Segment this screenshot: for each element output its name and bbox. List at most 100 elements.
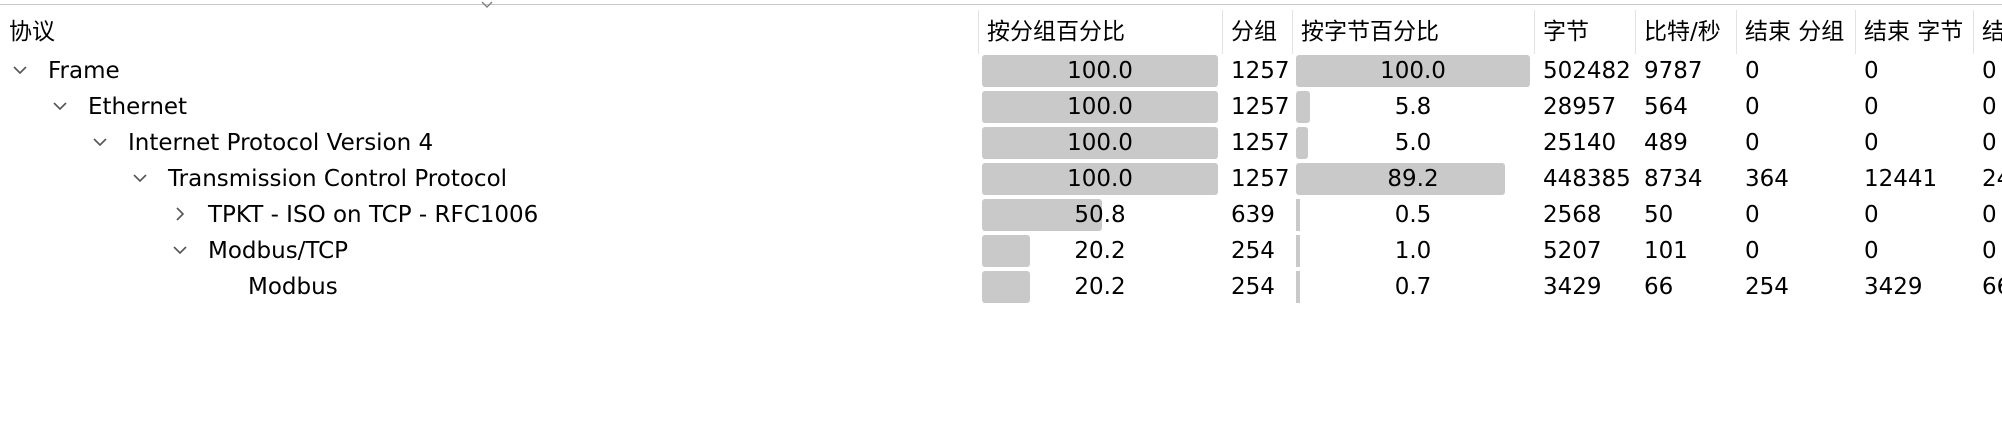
percent-packets-bar-text: 20.2 xyxy=(1074,274,1126,300)
bytes-cell: 3429 xyxy=(1543,274,1602,300)
table-row[interactable]: Modbus 20.2 0.7 254 3429 66 254 3429 66 xyxy=(0,269,2002,305)
bitrate-cell: 101 xyxy=(1644,238,1688,264)
protocol-name: Frame xyxy=(48,58,120,84)
bytes-cell: 28957 xyxy=(1543,94,1617,120)
end-bytes-cell: 0 xyxy=(1864,94,1879,120)
header-packets[interactable]: 分组 xyxy=(1222,6,1292,58)
chevron-right-icon[interactable] xyxy=(170,197,190,233)
top-border xyxy=(0,0,2002,5)
protocol-name: TPKT - ISO on TCP - RFC1006 xyxy=(208,202,539,228)
end-packets-cell: 0 xyxy=(1745,94,1760,120)
percent-packets-bar-text: 100.0 xyxy=(1067,58,1133,84)
end-bitrate-cell: 0 xyxy=(1982,202,1997,228)
protocol-name: Ethernet xyxy=(88,94,188,120)
header-end-bitrate[interactable]: 结束 xyxy=(1973,6,2002,58)
table-row[interactable]: Modbus/TCP 20.2 1.0 254 5207 101 0 0 0 xyxy=(0,233,2002,269)
percent-packets-bar-text: 100.0 xyxy=(1067,130,1133,156)
header-pct-packets[interactable]: 按分组百分比 xyxy=(978,6,1222,58)
end-bitrate-cell: 0 xyxy=(1982,130,1997,156)
end-bytes-cell: 12441 xyxy=(1864,166,1938,192)
table-row[interactable]: Internet Protocol Version 4 100.0 5.0 1257 2… xyxy=(0,125,2002,161)
protocol-name: Transmission Control Protocol xyxy=(168,166,508,192)
percent-packets-bar: 100.0 xyxy=(982,91,1218,123)
table-row[interactable]: Frame 100.0 100.0 1257 502482 9787 0 0 0 xyxy=(0,53,2002,89)
percent-packets-bar-text: 100.0 xyxy=(1067,94,1133,120)
percent-bytes-bar-text: 89.2 xyxy=(1387,166,1439,192)
percent-bytes-bar: 0.5 xyxy=(1296,199,1530,231)
protocol-name: Modbus/TCP xyxy=(208,238,349,264)
percent-packets-bar-text: 50.8 xyxy=(1074,202,1126,228)
percent-bytes-bar-text: 0.7 xyxy=(1394,274,1432,300)
header-protocol[interactable]: 协议 xyxy=(0,6,978,58)
percent-packets-bar: 100.0 xyxy=(982,127,1218,159)
packets-cell: 1257 xyxy=(1231,94,1290,120)
chevron-down-icon[interactable] xyxy=(130,161,150,197)
percent-bytes-bar-text: 1.0 xyxy=(1394,238,1432,264)
end-bitrate-cell: 242 xyxy=(1982,166,2002,192)
percent-bytes-bar: 5.0 xyxy=(1296,127,1530,159)
header-pct-bytes[interactable]: 按字节百分比 xyxy=(1292,6,1534,58)
bytes-cell: 502482 xyxy=(1543,58,1631,84)
chevron-down-icon[interactable] xyxy=(170,233,190,269)
percent-bytes-bar-text: 5.8 xyxy=(1394,94,1432,120)
end-bytes-cell: 3429 xyxy=(1864,274,1923,300)
end-packets-cell: 0 xyxy=(1745,202,1760,228)
percent-packets-bar-text: 100.0 xyxy=(1067,166,1133,192)
end-packets-cell: 364 xyxy=(1745,166,1789,192)
percent-packets-bar: 100.0 xyxy=(982,55,1218,87)
end-bitrate-cell: 66 xyxy=(1982,274,2002,300)
end-bitrate-cell: 0 xyxy=(1982,94,1997,120)
end-packets-cell: 0 xyxy=(1745,130,1760,156)
end-bytes-cell: 0 xyxy=(1864,238,1879,264)
chevron-down-icon[interactable] xyxy=(50,89,70,125)
bitrate-cell: 8734 xyxy=(1644,166,1703,192)
end-bitrate-cell: 0 xyxy=(1982,58,1997,84)
bytes-cell: 5207 xyxy=(1543,238,1602,264)
end-bitrate-cell: 0 xyxy=(1982,238,1997,264)
table-row[interactable]: Ethernet 100.0 5.8 1257 28957 564 0 0 0 xyxy=(0,89,2002,125)
chevron-down-icon[interactable] xyxy=(10,53,30,89)
percent-bytes-bar: 100.0 xyxy=(1296,55,1530,87)
end-bytes-cell: 0 xyxy=(1864,58,1879,84)
bitrate-cell: 564 xyxy=(1644,94,1688,120)
end-bytes-cell: 0 xyxy=(1864,202,1879,228)
packets-cell: 1257 xyxy=(1231,166,1290,192)
table-row[interactable]: Transmission Control Protocol 100.0 89.2 12… xyxy=(0,161,2002,197)
protocol-name: Modbus xyxy=(248,274,338,300)
bytes-cell: 25140 xyxy=(1543,130,1617,156)
column-header: 协议 按分组百分比 分组 按字节百分比 字节 比特/秒 结束 分组 结束 字节 … xyxy=(0,6,2002,58)
packets-cell: 254 xyxy=(1231,238,1275,264)
end-packets-cell: 0 xyxy=(1745,58,1760,84)
percent-packets-bar: 20.2 xyxy=(982,271,1218,303)
bytes-cell: 448385 xyxy=(1543,166,1631,192)
end-bytes-cell: 0 xyxy=(1864,130,1879,156)
percent-packets-bar: 100.0 xyxy=(982,163,1218,195)
end-packets-cell: 0 xyxy=(1745,238,1760,264)
percent-packets-bar: 50.8 xyxy=(982,199,1218,231)
bitrate-cell: 489 xyxy=(1644,130,1688,156)
percent-packets-bar-text: 20.2 xyxy=(1074,238,1126,264)
table-row[interactable]: TPKT - ISO on TCP - RFC1006 50.8 0.5 639 256… xyxy=(0,197,2002,233)
protocol-name: Internet Protocol Version 4 xyxy=(128,130,434,156)
packets-cell: 1257 xyxy=(1231,58,1290,84)
percent-packets-bar: 20.2 xyxy=(982,235,1218,267)
packets-cell: 1257 xyxy=(1231,130,1290,156)
percent-bytes-bar-text: 100.0 xyxy=(1380,58,1446,84)
chevron-down-icon[interactable] xyxy=(90,125,110,161)
header-bitrate[interactable]: 比特/秒 xyxy=(1635,6,1736,58)
percent-bytes-bar: 0.7 xyxy=(1296,271,1530,303)
percent-bytes-bar-text: 5.0 xyxy=(1394,130,1432,156)
header-end-bytes[interactable]: 结束 字节 xyxy=(1855,6,1973,58)
packets-cell: 639 xyxy=(1231,202,1275,228)
end-packets-cell: 254 xyxy=(1745,274,1789,300)
bitrate-cell: 66 xyxy=(1644,274,1674,300)
bitrate-cell: 50 xyxy=(1644,202,1674,228)
percent-bytes-bar: 5.8 xyxy=(1296,91,1530,123)
percent-bytes-bar-text: 0.5 xyxy=(1394,202,1432,228)
header-bytes[interactable]: 字节 xyxy=(1534,6,1635,58)
header-end-packets[interactable]: 结束 分组 xyxy=(1736,6,1855,58)
percent-bytes-bar: 1.0 xyxy=(1296,235,1530,267)
bitrate-cell: 9787 xyxy=(1644,58,1703,84)
bytes-cell: 2568 xyxy=(1543,202,1602,228)
percent-bytes-bar: 89.2 xyxy=(1296,163,1530,195)
